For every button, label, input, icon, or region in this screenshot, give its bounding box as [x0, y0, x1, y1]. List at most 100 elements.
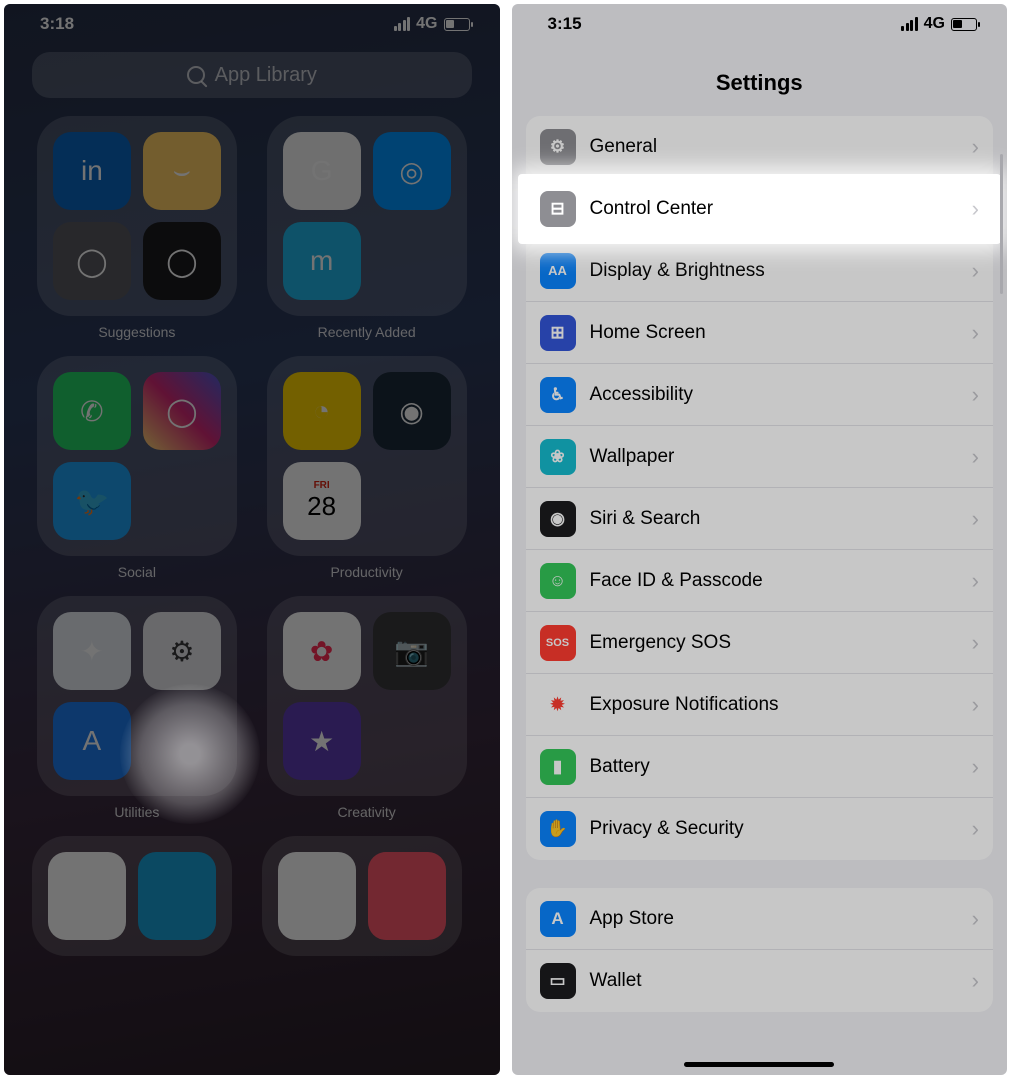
- folder-box[interactable]: ✿📷★: [267, 596, 467, 796]
- chevron-right-icon: ›: [972, 258, 979, 284]
- row-label: Siri & Search: [590, 508, 958, 530]
- row-icon: ▭: [540, 963, 576, 999]
- settings-row-wallet[interactable]: ▭ Wallet ›: [526, 950, 994, 1012]
- folder-social[interactable]: ✆◯🐦 Social: [32, 356, 242, 580]
- app-photos[interactable]: ✿: [283, 612, 361, 690]
- settings-row-app-store[interactable]: AApp Store›: [526, 888, 994, 950]
- folder-label: Creativity: [337, 804, 395, 820]
- folder-box-partial[interactable]: [262, 836, 462, 956]
- mini-apps[interactable]: [373, 702, 451, 780]
- search-icon: [187, 66, 205, 84]
- folder-box-partial[interactable]: [32, 836, 232, 956]
- status-right: 4G: [901, 15, 977, 33]
- app-app-store[interactable]: A: [53, 702, 131, 780]
- settings-row-wallpaper[interactable]: ❀Wallpaper›: [526, 426, 994, 488]
- chevron-right-icon: ›: [972, 196, 979, 222]
- chevron-right-icon: ›: [972, 382, 979, 408]
- app-infinity[interactable]: [368, 852, 446, 940]
- row-label: Control Center: [590, 198, 958, 220]
- app-app3[interactable]: m: [283, 222, 361, 300]
- app-settings[interactable]: ⚙︎: [143, 612, 221, 690]
- folder-creativity[interactable]: ✿📷★ Creativity: [262, 596, 472, 820]
- settings-row-general[interactable]: ⚙︎General›: [526, 116, 994, 178]
- app-google-translate[interactable]: G: [283, 132, 361, 210]
- settings-row-privacy-security[interactable]: ✋Privacy & Security›: [526, 798, 994, 860]
- row-icon: ✹: [540, 687, 576, 723]
- row-icon: ☺︎: [540, 563, 576, 599]
- app-amazon[interactable]: ⌣: [143, 132, 221, 210]
- settings-row-home-screen[interactable]: ⊞Home Screen›: [526, 302, 994, 364]
- cellular-signal-icon: [901, 17, 918, 31]
- folder-suggestions[interactable]: in⌣◯◯Suggestions: [32, 116, 242, 340]
- highlight-control-center: ⊟Control Center›: [518, 174, 1002, 244]
- row-icon: ◉: [540, 501, 576, 537]
- mini-apps[interactable]: [143, 462, 221, 540]
- app-instagram[interactable]: ◯: [143, 372, 221, 450]
- row-label: App Store: [590, 908, 958, 930]
- row-icon: ⊞: [540, 315, 576, 351]
- app-basecamp[interactable]: ◔: [283, 372, 361, 450]
- row-label: General: [590, 136, 958, 158]
- folder-label: Productivity: [330, 564, 402, 580]
- settings-row-display-brightness[interactable]: AADisplay & Brightness›: [526, 240, 994, 302]
- chevron-right-icon: ›: [972, 754, 979, 780]
- search-placeholder: App Library: [215, 64, 317, 87]
- folder-grid: in⌣◯◯SuggestionsG◎mRecently Added✆◯🐦Soci…: [4, 116, 500, 956]
- mini-apps[interactable]: [373, 222, 451, 300]
- app-camera-like[interactable]: ◉: [373, 372, 451, 450]
- mini-apps[interactable]: [373, 462, 451, 540]
- app-calendar[interactable]: FRI28: [283, 462, 361, 540]
- row-icon: A: [540, 901, 576, 937]
- app-meet[interactable]: [278, 852, 356, 940]
- status-network: 4G: [416, 15, 437, 33]
- app-camera[interactable]: 📷: [373, 612, 451, 690]
- row-label: Wallet: [590, 970, 958, 992]
- app-linkedin[interactable]: in: [53, 132, 131, 210]
- chevron-right-icon: ›: [972, 444, 979, 470]
- settings-row-siri-search[interactable]: ◉Siri & Search›: [526, 488, 994, 550]
- settings-screen: 3:15 4G Settings ⚙︎General›⊟Control Cent…: [512, 4, 1008, 1075]
- home-indicator[interactable]: [684, 1062, 834, 1067]
- scroll-indicator: [1000, 154, 1003, 294]
- settings-row-accessibility[interactable]: ♿︎ Accessibility ›: [526, 364, 994, 426]
- battery-icon: [444, 18, 470, 31]
- app-whatsapp[interactable]: ✆: [53, 372, 131, 450]
- folder-recently-added[interactable]: G◎mRecently Added: [262, 116, 472, 340]
- folder-box[interactable]: G◎m: [267, 116, 467, 316]
- folder-label: Social: [118, 564, 156, 580]
- app-watch-alt[interactable]: ◯: [143, 222, 221, 300]
- chevron-right-icon: ›: [972, 134, 979, 160]
- app-shazam[interactable]: ◎: [373, 132, 451, 210]
- row-label: Wallpaper: [590, 446, 958, 468]
- app-imovie[interactable]: ★: [283, 702, 361, 780]
- app-watch[interactable]: ◯: [53, 222, 131, 300]
- row-icon: ▮: [540, 749, 576, 785]
- chevron-right-icon: ›: [972, 816, 979, 842]
- folder-box[interactable]: in⌣◯◯: [37, 116, 237, 316]
- row-icon: ✋: [540, 811, 576, 847]
- chevron-right-icon: ›: [972, 568, 979, 594]
- row-icon: ♿︎: [540, 377, 576, 413]
- app-safari[interactable]: ✦: [53, 612, 131, 690]
- row-label: Emergency SOS: [590, 632, 958, 654]
- row-label: Display & Brightness: [590, 260, 958, 282]
- folder-box[interactable]: ✆◯🐦: [37, 356, 237, 556]
- app-library-search[interactable]: App Library: [32, 52, 472, 98]
- app-youtube[interactable]: [48, 852, 126, 940]
- settings-row-battery[interactable]: ▮Battery›: [526, 736, 994, 798]
- folder-productivity[interactable]: ◔◉FRI28 Productivity: [262, 356, 472, 580]
- app-prime-video[interactable]: [138, 852, 216, 940]
- settings-row-emergency-sos[interactable]: SOSEmergency SOS›: [526, 612, 994, 674]
- settings-row-face-id-passcode[interactable]: ☺︎Face ID & Passcode›: [526, 550, 994, 612]
- folder-box[interactable]: ✦⚙︎A: [37, 596, 237, 796]
- folder-box[interactable]: ◔◉FRI28: [267, 356, 467, 556]
- folder-utilities[interactable]: ✦⚙︎AUtilities: [32, 596, 242, 820]
- app-twitter[interactable]: 🐦: [53, 462, 131, 540]
- chevron-right-icon: ›: [972, 968, 979, 994]
- row-label: Home Screen: [590, 322, 958, 344]
- page-title: Settings: [512, 40, 1008, 116]
- mini-apps[interactable]: [143, 702, 221, 780]
- settings-row-exposure-notifications[interactable]: ✹Exposure Notifications›: [526, 674, 994, 736]
- row-label: Accessibility: [590, 384, 958, 406]
- row-icon: SOS: [540, 625, 576, 661]
